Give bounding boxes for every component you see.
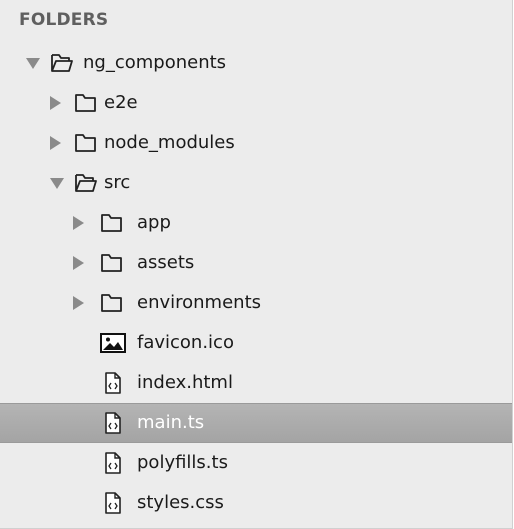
tree-item-ng-components[interactable]: ng_components bbox=[0, 43, 512, 83]
disclosure-collapsed-icon[interactable] bbox=[73, 216, 84, 230]
tree-item-label: ng_components bbox=[83, 52, 227, 73]
disclosure-collapsed-icon[interactable] bbox=[73, 296, 84, 310]
tree-item-label: e2e bbox=[104, 92, 138, 113]
tree-item-environments[interactable]: environments bbox=[0, 283, 512, 323]
tree-item-label: src bbox=[104, 172, 131, 193]
folder-icon bbox=[100, 252, 124, 274]
tree-item-label: node_modules bbox=[104, 132, 235, 153]
disclosure-collapsed-icon[interactable] bbox=[50, 136, 61, 150]
code-file-icon bbox=[104, 372, 128, 394]
folder-icon bbox=[74, 132, 98, 154]
folder-icon bbox=[74, 92, 98, 114]
code-file-icon bbox=[104, 492, 128, 514]
tree-item-favicon-ico[interactable]: favicon.ico bbox=[0, 323, 512, 363]
disclosure-expanded-icon[interactable] bbox=[50, 178, 64, 189]
tree-item-label: environments bbox=[137, 292, 262, 313]
code-file-icon bbox=[104, 412, 128, 434]
folder-icon bbox=[100, 212, 124, 234]
tree-item-index-html[interactable]: index.html bbox=[0, 363, 512, 403]
tree-item-label: index.html bbox=[137, 372, 233, 393]
tree-item-label: styles.css bbox=[137, 492, 224, 513]
folder-open-icon bbox=[74, 172, 98, 194]
tree-item-polyfills-ts[interactable]: polyfills.ts bbox=[0, 443, 512, 483]
tree-item-styles-css[interactable]: styles.css bbox=[0, 483, 512, 523]
tree-item-assets[interactable]: assets bbox=[0, 243, 512, 283]
tree-item-label: app bbox=[137, 212, 171, 233]
tree-item-src[interactable]: src bbox=[0, 163, 512, 203]
disclosure-collapsed-icon[interactable] bbox=[73, 256, 84, 270]
tree-item-node-modules[interactable]: node_modules bbox=[0, 123, 512, 163]
folder-open-icon bbox=[50, 52, 74, 74]
tree-item-label: polyfills.ts bbox=[137, 452, 228, 473]
disclosure-expanded-icon[interactable] bbox=[26, 58, 40, 69]
tree-item-label: main.ts bbox=[137, 412, 205, 433]
folders-sidebar: FOLDERS ng_components e2e node_modules s… bbox=[0, 0, 513, 529]
tree-item-main-ts[interactable]: main.ts bbox=[0, 403, 512, 443]
folder-icon bbox=[100, 292, 124, 314]
code-file-icon bbox=[104, 452, 128, 474]
tree-item-app[interactable]: app bbox=[0, 203, 512, 243]
tree-item-label: favicon.ico bbox=[137, 332, 234, 353]
tree-item-label: assets bbox=[137, 252, 195, 273]
disclosure-collapsed-icon[interactable] bbox=[50, 96, 61, 110]
tree-item-e2e[interactable]: e2e bbox=[0, 83, 512, 123]
image-file-icon bbox=[100, 332, 126, 354]
folders-header: FOLDERS bbox=[19, 10, 109, 30]
